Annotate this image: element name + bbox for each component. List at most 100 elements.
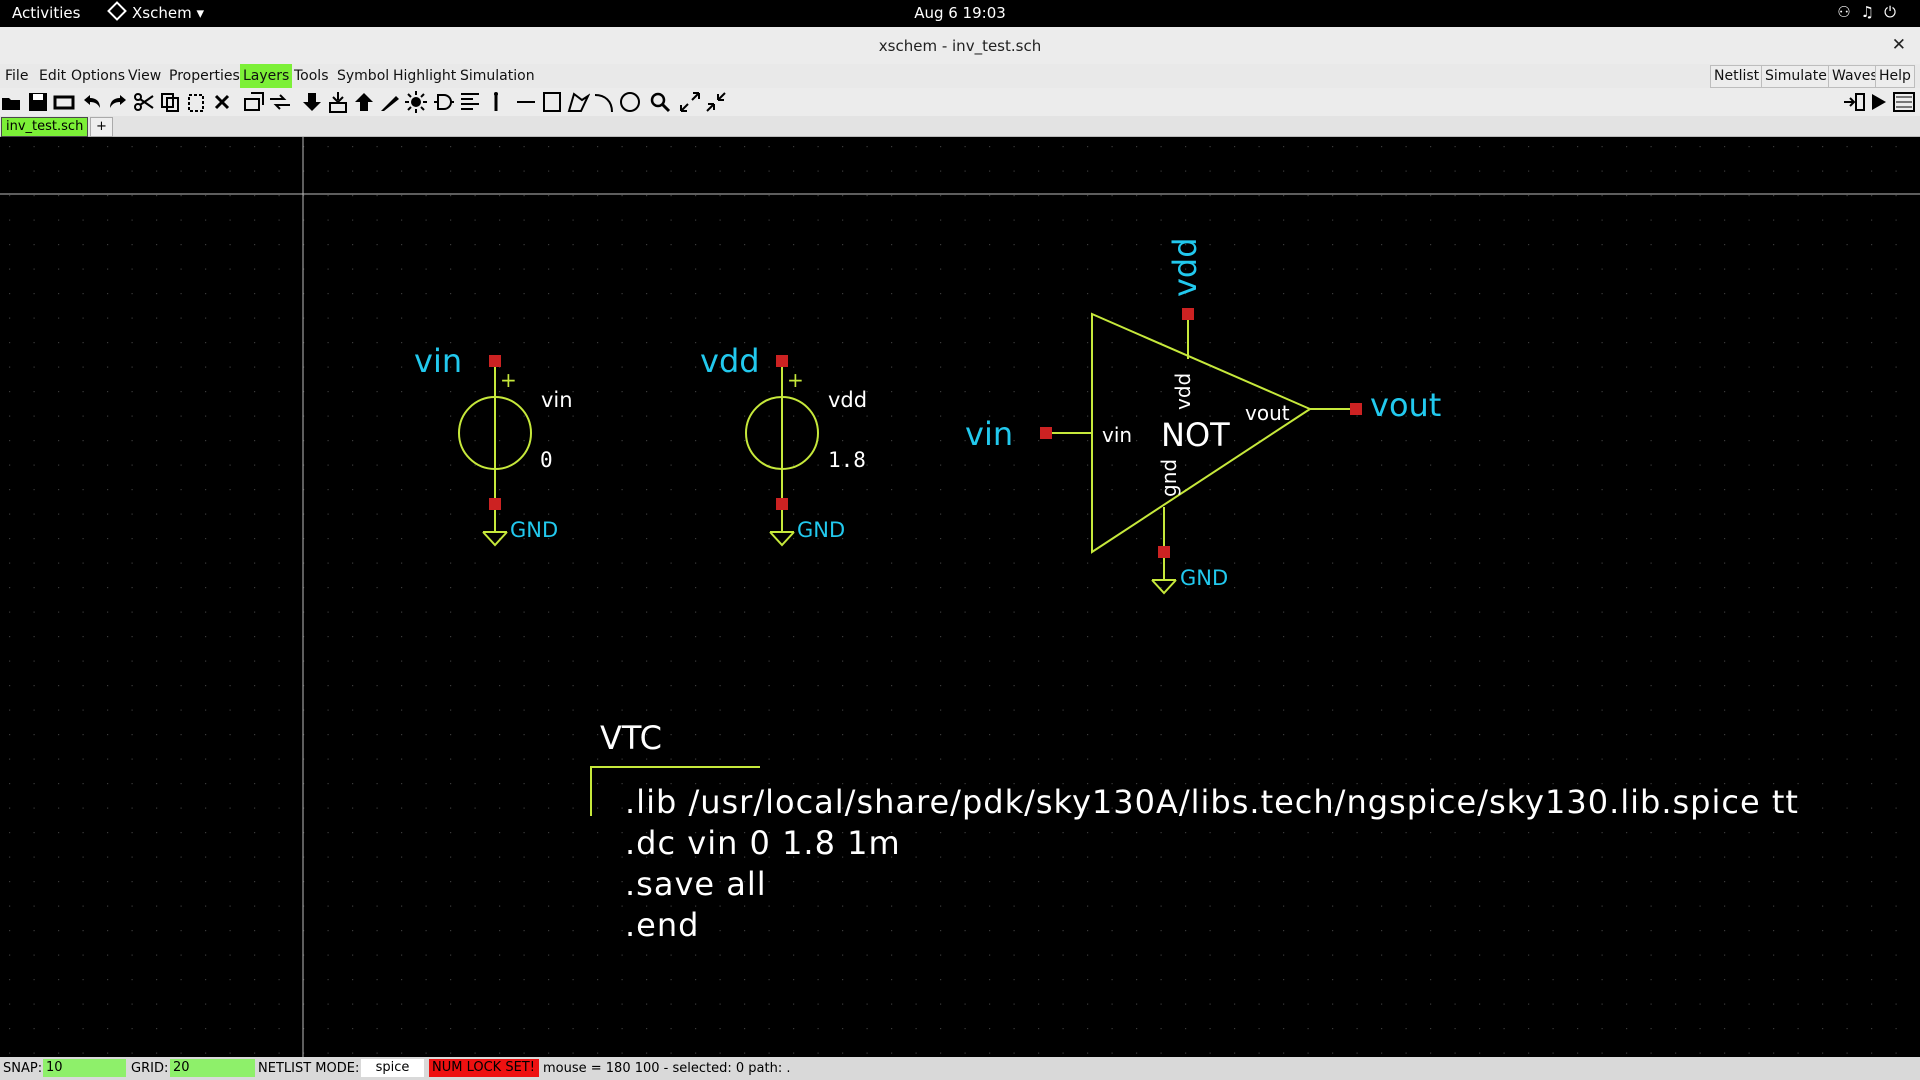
undo-icon[interactable]: [80, 90, 104, 114]
waves-button[interactable]: Waves: [1828, 65, 1882, 88]
numlock-indicator: NUM LOCK SET!: [429, 1059, 539, 1077]
net-label-vin: vin: [414, 342, 462, 380]
menu-view[interactable]: View: [125, 64, 164, 88]
net-label-vin: vin: [965, 415, 1013, 453]
gnd-label: GND: [510, 518, 558, 542]
netlist-mode-label: NETLIST MODE:: [258, 1061, 360, 1076]
symbol-icon[interactable]: [432, 90, 456, 114]
network-icon: ⚇: [1837, 3, 1861, 21]
power-icon: ⏻: [1884, 3, 1906, 21]
play-icon[interactable]: [1866, 90, 1890, 114]
paste-icon[interactable]: [184, 90, 208, 114]
insert-icon[interactable]: [1842, 90, 1866, 114]
redo-icon[interactable]: [106, 90, 130, 114]
net-label-vdd: vdd: [1166, 237, 1204, 297]
menu-options[interactable]: Options: [68, 64, 128, 88]
open-icon[interactable]: [0, 90, 24, 114]
plus-sign: +: [500, 368, 517, 392]
schematic-canvas[interactable]: vin + vin 0 GND vdd + vdd 1.8 GND NOT vi…: [0, 137, 1920, 1057]
align-icon[interactable]: [458, 90, 482, 114]
push-icon[interactable]: [300, 90, 324, 114]
ascend-icon[interactable]: [352, 90, 376, 114]
zoom-fit-icon[interactable]: [704, 90, 728, 114]
pin: [1350, 403, 1362, 415]
instance-value: 0: [540, 448, 553, 472]
grid-input[interactable]: 20: [170, 1059, 255, 1077]
menu-highlight[interactable]: Highlight: [390, 64, 459, 88]
wire-icon[interactable]: [378, 90, 402, 114]
code-line: .end: [625, 906, 699, 944]
code-line: .lib /usr/local/share/pdk/sky130A/libs.t…: [625, 783, 1799, 821]
cut-icon[interactable]: [132, 90, 156, 114]
zoom-full-icon[interactable]: [678, 90, 702, 114]
menu-properties[interactable]: Properties: [166, 64, 243, 88]
light-icon[interactable]: [404, 90, 428, 114]
net-label-vout: vout: [1370, 386, 1441, 424]
zoom-icon[interactable]: [648, 90, 672, 114]
pin-label-gnd: gnd: [1157, 459, 1181, 497]
system-top-bar: Activities Xschem ▾ Aug 6 19:03 ⚇♫⏻: [0, 0, 1920, 27]
save-icon[interactable]: [26, 90, 50, 114]
gnd-label: GND: [1180, 566, 1228, 590]
simulate-button[interactable]: Simulate: [1761, 65, 1831, 88]
pin: [776, 355, 788, 367]
pin-icon[interactable]: [484, 90, 508, 114]
descend-icon[interactable]: [326, 90, 350, 114]
pin: [489, 355, 501, 367]
menu-symbol[interactable]: Symbol: [334, 64, 392, 88]
code-line: .save all: [625, 865, 767, 903]
snap-label: SNAP:: [3, 1061, 43, 1076]
rectangle-icon[interactable]: [540, 90, 564, 114]
pin: [776, 498, 788, 510]
code-block-title: VTC: [600, 719, 662, 757]
mouse-info: mouse = 180 100 - selected: 0 path: .: [543, 1061, 791, 1076]
move-icon[interactable]: [242, 90, 266, 114]
copy-icon[interactable]: [158, 90, 182, 114]
instance-name: vdd: [828, 388, 867, 412]
netlist-mode-value[interactable]: spice: [361, 1059, 424, 1077]
pin: [489, 498, 501, 510]
menu-tools[interactable]: Tools: [291, 64, 332, 88]
line-icon[interactable]: [514, 90, 538, 114]
clock[interactable]: Aug 6 19:03: [0, 4, 1920, 22]
plus-sign: +: [787, 368, 804, 392]
graph-icon[interactable]: [1892, 90, 1916, 114]
net-label-vdd: vdd: [700, 342, 760, 380]
system-menu[interactable]: ⚇♫⏻: [1837, 3, 1906, 21]
arc-icon[interactable]: [592, 90, 616, 114]
menu-bar: File Edit Options View Properties Layers…: [0, 64, 1920, 88]
menu-edit[interactable]: Edit: [36, 64, 69, 88]
reload-icon[interactable]: [52, 90, 76, 114]
menu-layers[interactable]: Layers: [240, 64, 293, 88]
volume-icon: ♫: [1860, 3, 1885, 21]
pin-label-vin: vin: [1102, 423, 1132, 447]
instance-value: 1.8: [828, 448, 866, 472]
instance-name: vin: [541, 388, 573, 412]
add-tab-button[interactable]: +: [90, 117, 113, 137]
netlist-button[interactable]: Netlist: [1710, 65, 1764, 88]
pin: [1040, 427, 1052, 439]
polygon-icon[interactable]: [566, 90, 590, 114]
delete-icon[interactable]: [210, 90, 234, 114]
window-title: xschem - inv_test.sch: [878, 37, 1042, 55]
gate-label: NOT: [1161, 416, 1230, 454]
status-bar: SNAP: 10 GRID: 20 NETLIST MODE: spice NU…: [0, 1057, 1920, 1080]
duplicate-icon[interactable]: [268, 90, 292, 114]
grid: [0, 137, 1920, 1057]
help-button[interactable]: Help: [1875, 65, 1915, 88]
gnd-label: GND: [797, 518, 845, 542]
code-line: .dc vin 0 1.8 1m: [625, 824, 901, 862]
pin-label-vout: vout: [1245, 401, 1290, 425]
toolbar: [0, 88, 1920, 116]
snap-input[interactable]: 10: [43, 1059, 126, 1077]
pin-label-vdd: vdd: [1171, 373, 1195, 410]
close-icon[interactable]: ✕: [1892, 35, 1906, 55]
pin: [1182, 308, 1194, 320]
window-title-bar: xschem - inv_test.sch ✕: [0, 27, 1920, 65]
tab-inv-test[interactable]: inv_test.sch: [1, 117, 89, 137]
circle-icon[interactable]: [618, 90, 642, 114]
grid-label: GRID:: [131, 1061, 169, 1076]
menu-file[interactable]: File: [2, 64, 31, 88]
menu-simulation[interactable]: Simulation: [457, 64, 538, 88]
pin: [1158, 546, 1170, 558]
